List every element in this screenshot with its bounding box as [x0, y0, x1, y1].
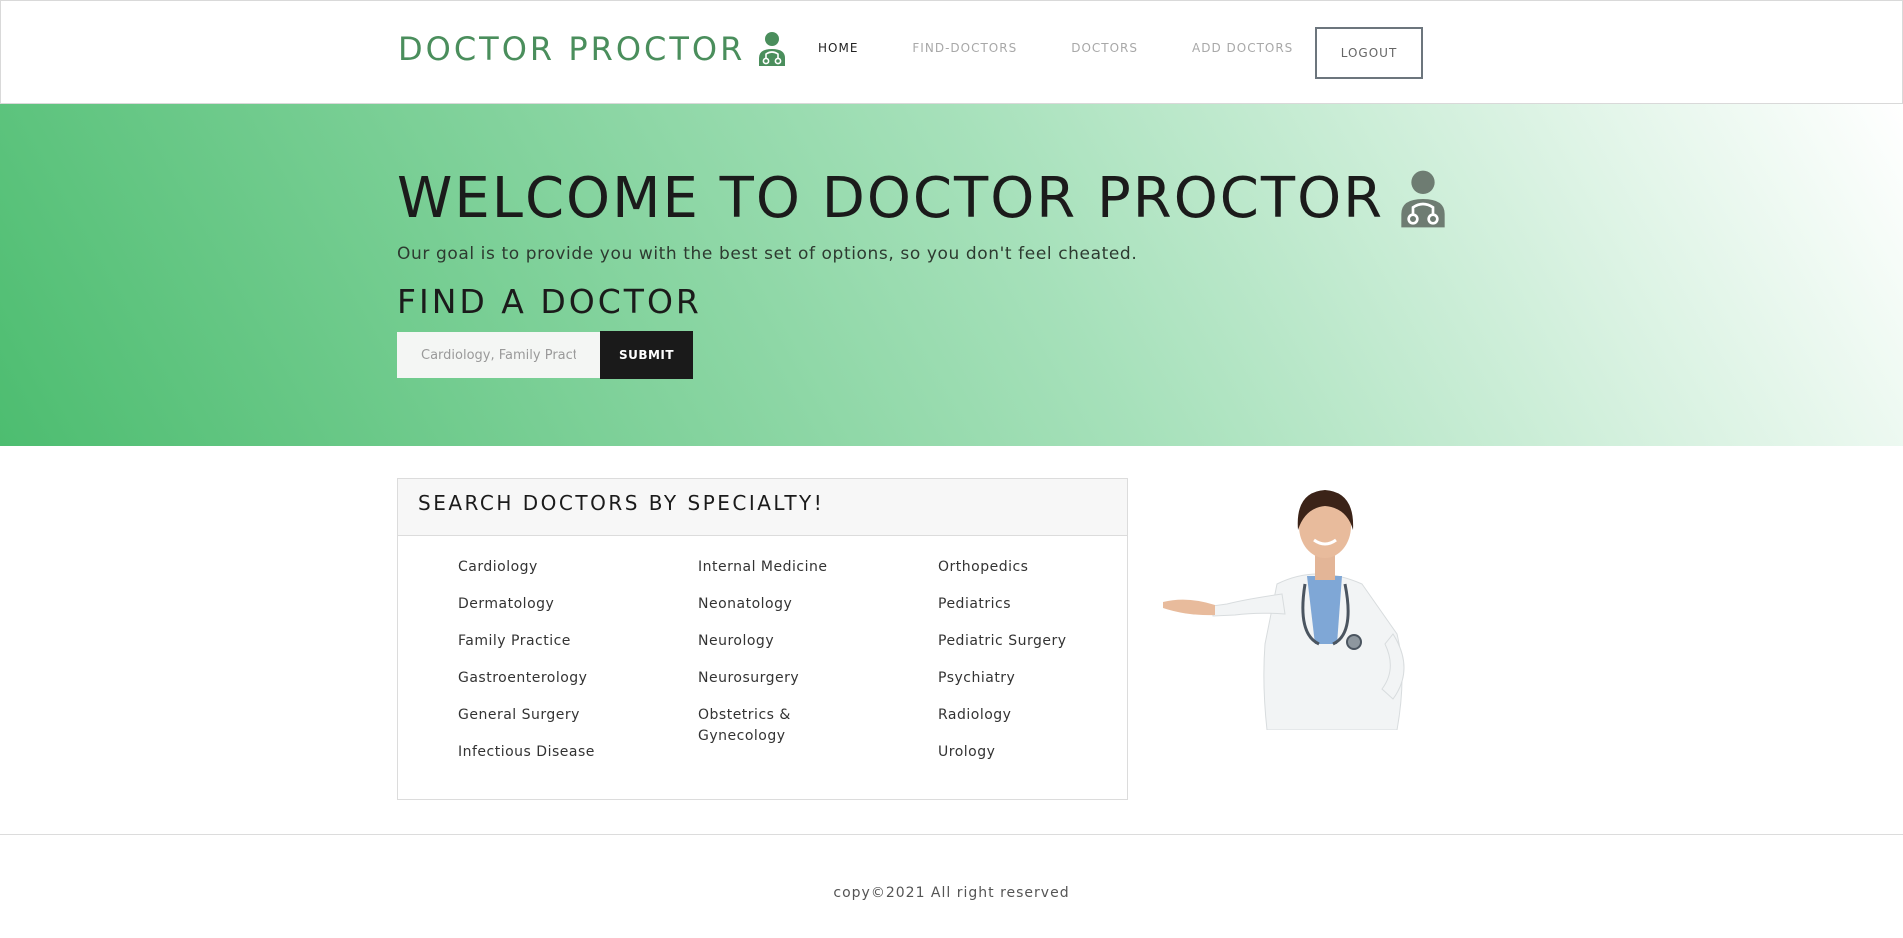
specialty-link[interactable]: Dermatology — [458, 594, 608, 615]
specialty-link[interactable]: Family Practice — [458, 631, 608, 652]
navbar: DOCTOR PROCTOR HOME FIND-DOCTORS DOCTORS… — [0, 0, 1903, 104]
hero-title-text: WELCOME TO DOCTOR PROCTOR — [397, 166, 1385, 231]
nav-find-doctors[interactable]: FIND-DOCTORS — [912, 41, 1017, 55]
specialty-link[interactable]: Cardiology — [458, 557, 608, 578]
specialty-link[interactable]: Pediatrics — [938, 594, 1088, 615]
specialty-column: Cardiology Dermatology Family Practice G… — [458, 557, 698, 779]
footer: copy©2021 All right reserved — [0, 834, 1903, 938]
specialty-link[interactable]: Gastroenterology — [458, 668, 608, 689]
nav-add-doctors[interactable]: ADD DOCTORS — [1192, 41, 1293, 55]
specialty-link[interactable]: Psychiatry — [938, 668, 1088, 689]
specialty-link[interactable]: Pediatric Surgery — [938, 631, 1088, 652]
specialty-search-input[interactable] — [397, 332, 600, 378]
doctor-illustration — [1163, 490, 1405, 730]
specialty-column: Orthopedics Pediatrics Pediatric Surgery… — [938, 557, 1178, 779]
specialty-link[interactable]: General Surgery — [458, 705, 608, 726]
specialty-link[interactable]: Urology — [938, 742, 1088, 763]
hero-subtitle: Our goal is to provide you with the best… — [397, 244, 1138, 264]
specialty-link[interactable]: Radiology — [938, 705, 1088, 726]
main-nav: HOME FIND-DOCTORS DOCTORS ADD DOCTORS — [818, 41, 1347, 55]
specialty-link[interactable]: Infectious Disease — [458, 742, 608, 763]
hero-section: WELCOME TO DOCTOR PROCTOR Our goal is to… — [0, 104, 1903, 446]
brand-name: DOCTOR PROCTOR — [398, 30, 746, 68]
copyright-text: copy©2021 All right reserved — [833, 885, 1070, 901]
find-doctor-heading: FIND A DOCTOR — [397, 282, 702, 321]
specialty-grid: Cardiology Dermatology Family Practice G… — [458, 557, 1178, 779]
specialty-section: SEARCH DOCTORS BY SPECIALTY! Cardiology … — [397, 446, 1437, 834]
nav-home[interactable]: HOME — [818, 41, 858, 55]
brand-logo[interactable]: DOCTOR PROCTOR — [398, 29, 787, 69]
card-header: SEARCH DOCTORS BY SPECIALTY! — [398, 479, 1127, 536]
specialty-card-title: SEARCH DOCTORS BY SPECIALTY! — [418, 491, 825, 515]
submit-button[interactable]: SUBMIT — [600, 331, 693, 379]
doctor-stethoscope-icon — [759, 32, 786, 66]
specialty-link[interactable]: Neurosurgery — [698, 668, 848, 689]
specialty-link[interactable]: Obstetrics & Gynecology — [698, 705, 848, 747]
specialty-link[interactable]: Orthopedics — [938, 557, 1088, 578]
specialty-link[interactable]: Neurology — [698, 631, 848, 652]
specialty-card: SEARCH DOCTORS BY SPECIALTY! Cardiology … — [397, 478, 1128, 800]
specialty-link[interactable]: Neonatology — [698, 594, 848, 615]
specialty-column: Internal Medicine Neonatology Neurology … — [698, 557, 938, 779]
find-doctor-form: SUBMIT — [397, 331, 693, 379]
nav-doctors[interactable]: DOCTORS — [1071, 41, 1138, 55]
specialty-link[interactable]: Internal Medicine — [698, 557, 848, 578]
hero-title: WELCOME TO DOCTOR PROCTOR — [397, 166, 1448, 232]
logout-button[interactable]: LOGOUT — [1315, 27, 1423, 79]
doctor-stethoscope-icon — [1401, 170, 1445, 228]
